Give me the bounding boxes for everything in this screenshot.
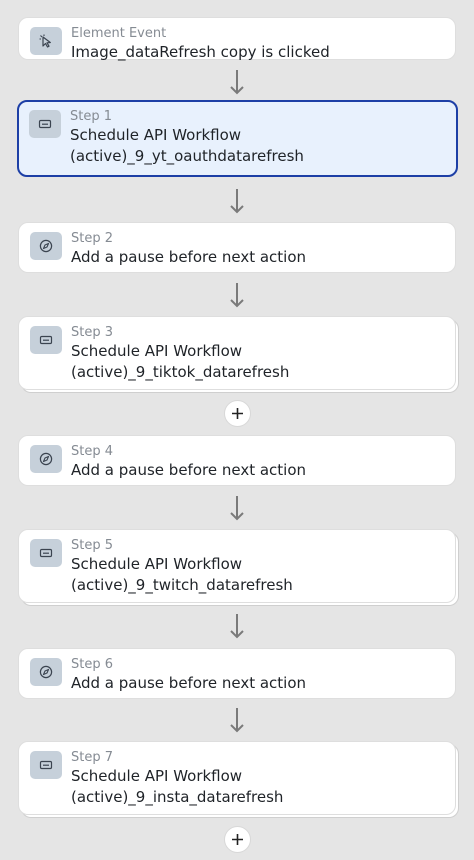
arrow-down-icon bbox=[229, 496, 245, 522]
step-title: Add a pause before next action bbox=[71, 248, 307, 266]
step-title: Schedule API Workflow bbox=[70, 126, 242, 144]
step-5-card[interactable]: Step 5 Schedule API Workflow (active)_9_… bbox=[18, 529, 456, 603]
compass-icon bbox=[30, 658, 62, 686]
step-3-card[interactable]: Step 3 Schedule API Workflow (active)_9_… bbox=[18, 316, 456, 390]
plus-icon bbox=[232, 834, 243, 845]
step-2-card[interactable]: Step 2 Add a pause before next action bbox=[18, 222, 456, 273]
arrow-down-icon bbox=[229, 708, 245, 734]
step-subtitle: (active)_9_tiktok_datarefresh bbox=[71, 363, 290, 381]
step-subtitle: (active)_9_insta_datarefresh bbox=[71, 788, 284, 806]
arrow-down-icon bbox=[229, 70, 245, 96]
cursor-click-icon bbox=[30, 27, 62, 55]
api-workflow-icon bbox=[30, 751, 62, 779]
api-workflow-icon bbox=[30, 539, 62, 567]
step-kicker: Step 2 bbox=[71, 231, 114, 246]
step-kicker: Step 4 bbox=[71, 444, 114, 459]
step-kicker: Step 3 bbox=[71, 325, 114, 340]
arrow-down-icon bbox=[229, 614, 245, 640]
step-kicker: Step 5 bbox=[71, 538, 114, 553]
add-step-button[interactable] bbox=[224, 826, 251, 853]
compass-icon bbox=[30, 232, 62, 260]
step-title: Add a pause before next action bbox=[71, 674, 307, 692]
step-title: Schedule API Workflow bbox=[71, 342, 243, 360]
api-workflow-icon bbox=[29, 110, 61, 138]
step-kicker: Step 6 bbox=[71, 657, 114, 672]
trigger-kicker: Element Event bbox=[71, 26, 167, 41]
step-title: Schedule API Workflow bbox=[71, 767, 243, 785]
trigger-card[interactable]: Element Event Image_dataRefresh copy is … bbox=[18, 17, 456, 61]
add-step-button[interactable] bbox=[224, 400, 251, 427]
step-title: Add a pause before next action bbox=[71, 461, 307, 479]
arrow-down-icon bbox=[229, 283, 245, 309]
arrow-down-icon bbox=[229, 189, 245, 215]
step-1-card[interactable]: Step 1 Schedule API Workflow (active)_9_… bbox=[17, 100, 458, 177]
compass-icon bbox=[30, 445, 62, 473]
api-workflow-icon bbox=[30, 326, 62, 354]
plus-icon bbox=[232, 408, 243, 419]
step-kicker: Step 7 bbox=[71, 750, 114, 765]
step-title: Schedule API Workflow bbox=[71, 555, 243, 573]
step-7-card[interactable]: Step 7 Schedule API Workflow (active)_9_… bbox=[18, 741, 456, 815]
step-6-card[interactable]: Step 6 Add a pause before next action bbox=[18, 648, 456, 699]
workflow-canvas: Element Event Image_dataRefresh copy is … bbox=[0, 0, 474, 860]
step-4-card[interactable]: Step 4 Add a pause before next action bbox=[18, 435, 456, 486]
step-kicker: Step 1 bbox=[70, 109, 113, 124]
step-subtitle: (active)_9_twitch_datarefresh bbox=[71, 576, 293, 594]
trigger-title: Image_dataRefresh copy is clicked bbox=[71, 43, 330, 61]
step-subtitle: (active)_9_yt_oauthdatarefresh bbox=[70, 147, 304, 165]
